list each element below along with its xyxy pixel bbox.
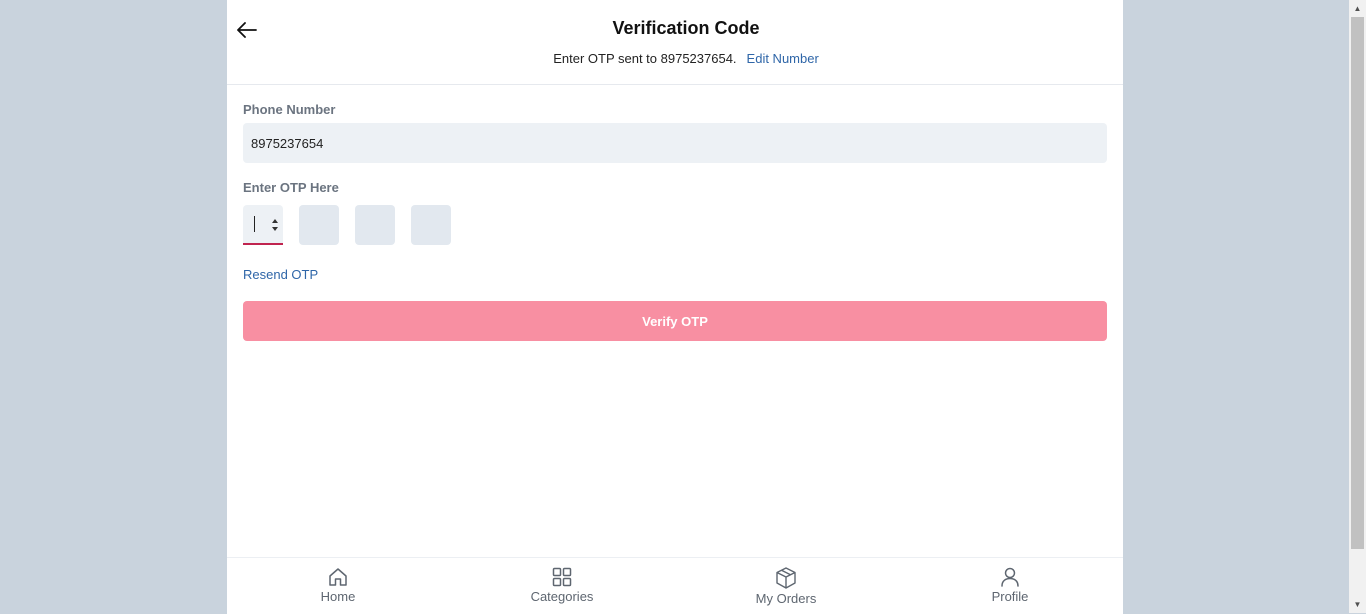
nav-item-label: Categories [530,589,594,604]
scroll-thumb[interactable] [1351,17,1364,549]
nav-item-label: Profile [991,589,1029,604]
otp-digit-3-input[interactable] [355,205,395,245]
number-spinner-icon[interactable] [271,218,279,232]
otp-sent-text: Enter OTP sent to 8975237654. [553,51,737,66]
otp-digit-1-input[interactable] [243,205,283,245]
box-icon [776,567,796,589]
scroll-up-icon[interactable]: ▲ [1349,0,1366,17]
edit-number-link[interactable]: Edit Number [747,51,819,66]
phone-number-field[interactable]: 8975237654 [243,123,1107,163]
scroll-down-icon[interactable]: ▼ [1349,596,1366,613]
user-icon [1001,567,1019,587]
otp-digit-2-input[interactable] [299,205,339,245]
bottom-navigation: Home Categories My Orders Profile [227,557,1123,614]
nav-item-home[interactable]: Home [278,566,398,604]
resend-otp-link[interactable]: Resend OTP [243,267,318,282]
nav-item-my-orders[interactable]: My Orders [726,566,846,606]
text-caret [254,216,255,232]
nav-item-categories[interactable]: Categories [502,566,622,604]
otp-label: Enter OTP Here [243,180,339,195]
home-icon [329,568,347,586]
page-scrollbar[interactable]: ▲ ▼ [1349,0,1366,613]
app-container: Verification Code Enter OTP sent to 8975… [227,0,1123,614]
header: Verification Code Enter OTP sent to 8975… [227,0,1123,85]
grid-icon [552,567,572,587]
otp-sent-message: Enter OTP sent to 8975237654. Edit Number [227,51,1145,66]
verify-otp-button[interactable]: Verify OTP [243,301,1107,341]
phone-number-value: 8975237654 [251,135,324,151]
page-title: Verification Code [612,18,760,38]
otp-digit-4-input[interactable] [411,205,451,245]
nav-item-label: Home [320,589,356,604]
nav-item-label: My Orders [755,591,817,606]
phone-number-label: Phone Number [243,102,336,117]
nav-item-profile[interactable]: Profile [950,566,1070,604]
